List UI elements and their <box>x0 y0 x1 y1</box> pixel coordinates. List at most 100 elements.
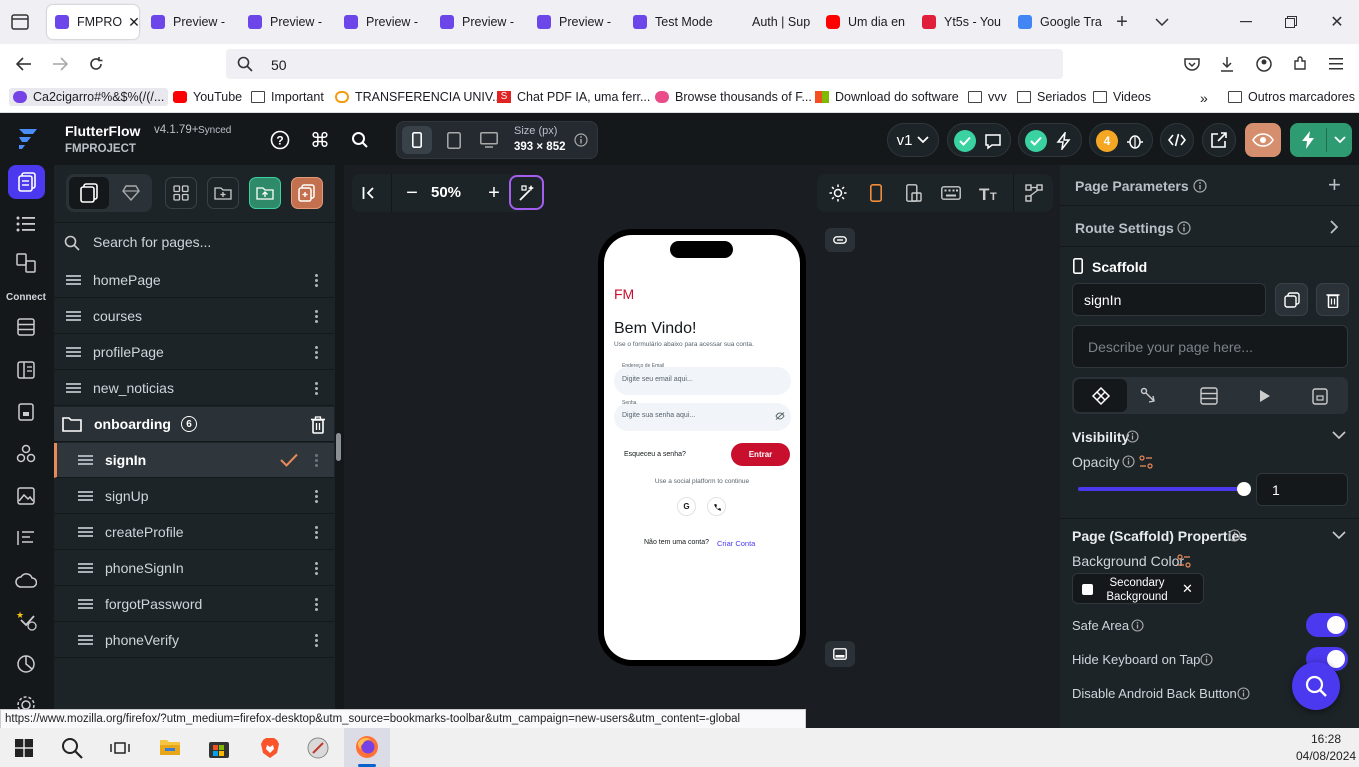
notification-badge[interactable]: 4 <box>1096 130 1118 152</box>
scrollbar-thumb[interactable] <box>336 433 341 461</box>
account-icon[interactable] <box>1254 54 1274 74</box>
browser-tab[interactable]: Preview - <box>336 5 428 39</box>
more-vert-icon[interactable] <box>315 453 318 468</box>
drag-handle-icon[interactable] <box>78 527 93 537</box>
opacity-slider-thumb[interactable] <box>1237 482 1251 496</box>
drag-handle-icon[interactable] <box>66 275 81 285</box>
schema-icon[interactable] <box>14 358 38 382</box>
bookmark[interactable]: S Chat PDF IA, uma ferr... <box>497 90 650 104</box>
page-item[interactable]: courses <box>54 299 334 334</box>
visibility-off-icon[interactable] <box>775 412 785 420</box>
widget-tree-icon[interactable] <box>14 212 38 236</box>
bookmark[interactable]: TRANSFERENCIA UNIV... <box>335 90 503 104</box>
delete-icon[interactable] <box>310 416 326 434</box>
variable-icon[interactable] <box>1177 554 1191 568</box>
browser-tab[interactable]: Preview - <box>529 5 621 39</box>
search-icon[interactable] <box>349 129 371 151</box>
tests-icon[interactable]: ★ <box>14 608 40 634</box>
magic-wand-icon[interactable] <box>509 175 544 210</box>
minimize-icon[interactable] <box>1236 12 1256 32</box>
more-vert-icon[interactable] <box>315 381 318 396</box>
browser-tab[interactable]: Google Tra <box>1010 5 1102 39</box>
check-circle-icon[interactable] <box>954 130 976 152</box>
duplicate-icon[interactable] <box>1275 283 1308 316</box>
media-assets-icon[interactable] <box>14 484 38 508</box>
drag-handle-icon[interactable] <box>66 311 81 321</box>
more-vert-icon[interactable] <box>315 309 318 324</box>
grid-view-icon[interactable] <box>165 177 197 209</box>
info-icon[interactable] <box>1122 455 1135 468</box>
browser-tab[interactable]: FMPRO ✕ <box>47 5 139 39</box>
create-account-link[interactable]: Criar Conta <box>717 539 755 548</box>
bottom-sheet-icon[interactable] <box>825 641 855 667</box>
backend-query-tab-icon[interactable] <box>1198 385 1220 407</box>
chevron-down-icon[interactable] <box>1332 431 1346 440</box>
page-item[interactable]: createProfile <box>54 515 334 550</box>
menu-icon[interactable] <box>1326 54 1346 74</box>
chevron-double-right-icon[interactable]: » <box>1200 90 1208 106</box>
keyboard-icon[interactable] <box>939 183 963 203</box>
more-vert-icon[interactable] <box>315 273 318 288</box>
delete-icon[interactable] <box>1316 283 1349 316</box>
help-chat-search-icon[interactable] <box>1292 662 1340 710</box>
address-bar[interactable]: 50 <box>226 49 1063 79</box>
drag-handle-icon[interactable] <box>66 383 81 393</box>
page-search[interactable]: Search for pages... <box>54 222 335 264</box>
phone-screen[interactable]: FM Bem Vindo! Use o formulário abaixo pa… <box>604 235 800 660</box>
actions-tab-icon[interactable] <box>1138 385 1160 407</box>
browser-tab[interactable]: Test Mode <box>625 5 717 39</box>
opacity-input[interactable]: 1 <box>1256 473 1348 506</box>
flow-icon[interactable] <box>1022 183 1046 203</box>
link-icon[interactable] <box>825 228 855 252</box>
pages-tab-icon[interactable] <box>69 177 109 209</box>
page-item[interactable]: forgotPassword <box>54 587 334 622</box>
bookmark[interactable]: Ca2cigarro#%&$%(/(/... <box>9 88 169 106</box>
close-tab-icon[interactable]: ✕ <box>128 14 139 31</box>
browser-tab[interactable]: Um dia en <box>818 5 910 39</box>
page-item[interactable]: phoneVerify <box>54 623 334 658</box>
browser-tab[interactable]: Preview - <box>432 5 524 39</box>
help-icon[interactable]: ? <box>269 129 291 151</box>
info-icon[interactable] <box>1193 179 1207 193</box>
page-item-selected[interactable]: signIn <box>54 443 334 478</box>
code-icon[interactable] <box>1160 123 1194 157</box>
other-bookmarks[interactable]: Outros marcadores <box>1228 90 1355 104</box>
tablet-device-icon[interactable] <box>439 126 469 154</box>
drag-handle-icon[interactable] <box>78 563 93 573</box>
comment-icon[interactable] <box>982 130 1004 152</box>
chevron-down-icon[interactable] <box>1152 12 1172 32</box>
new-tab-icon[interactable]: + <box>1112 11 1132 33</box>
page-item[interactable]: new_noticias <box>54 371 334 406</box>
info-icon[interactable] <box>1126 430 1139 443</box>
microsoft-store-icon[interactable] <box>207 736 231 760</box>
more-vert-icon[interactable] <box>315 633 318 648</box>
info-icon[interactable] <box>573 132 589 148</box>
safe-area-toggle[interactable] <box>1306 613 1348 637</box>
close-window-icon[interactable]: ✕ <box>1327 12 1347 32</box>
upload-folder-icon[interactable] <box>249 177 281 209</box>
chevron-down-icon[interactable] <box>1332 531 1346 540</box>
info-icon[interactable] <box>1200 653 1213 666</box>
text-scale-icon[interactable]: TT <box>977 183 1001 203</box>
google-icon[interactable]: G <box>677 497 696 516</box>
taskbar-active-app[interactable] <box>344 728 390 767</box>
custom-code-icon[interactable] <box>14 526 38 550</box>
back-icon[interactable] <box>14 54 34 74</box>
preview-eye-icon[interactable] <box>1245 123 1281 157</box>
tablet-rotate-icon[interactable] <box>903 183 925 203</box>
chevron-right-icon[interactable] <box>1330 220 1338 234</box>
play-tab-icon[interactable] <box>1254 385 1276 407</box>
desktop-device-icon[interactable] <box>474 126 504 154</box>
page-item[interactable]: phoneSignIn <box>54 551 334 586</box>
flutterflow-logo-icon[interactable] <box>14 126 40 152</box>
page-parameters-header[interactable]: Page Parameters + <box>1060 165 1359 206</box>
drag-handle-icon[interactable] <box>66 347 81 357</box>
opacity-slider[interactable] <box>1078 482 1251 496</box>
variable-icon[interactable] <box>1139 455 1153 469</box>
diamond-icon[interactable] <box>111 177 151 209</box>
add-page-icon[interactable] <box>291 177 323 209</box>
more-vert-icon[interactable] <box>315 561 318 576</box>
bookmark[interactable]: Videos <box>1093 90 1151 104</box>
more-vert-icon[interactable] <box>315 597 318 612</box>
info-icon[interactable] <box>1228 529 1241 542</box>
